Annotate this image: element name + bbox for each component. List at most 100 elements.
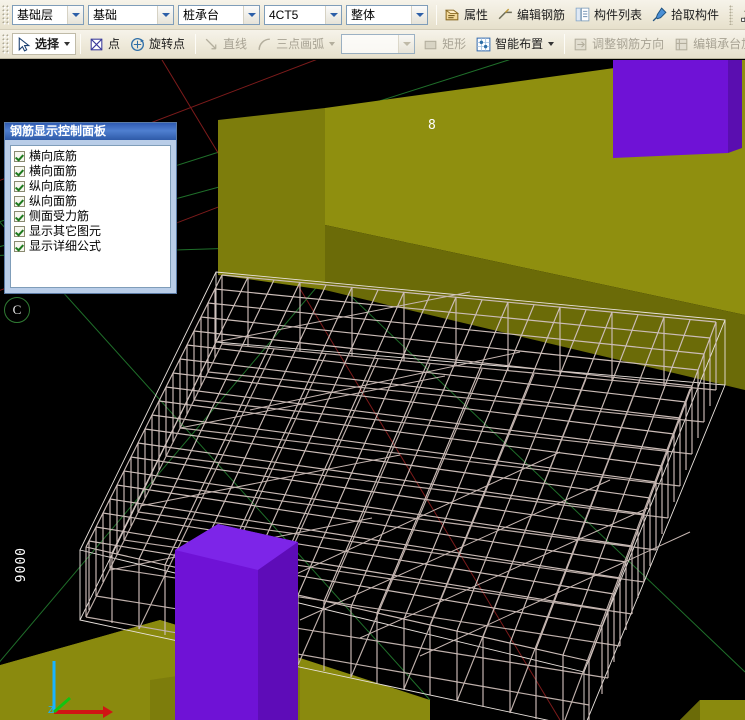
top-toolbar: 基础层 基础 桩承台 4CT5 整体 属性 — [0, 0, 745, 30]
floor-selector[interactable]: 基础层 — [12, 5, 84, 25]
rebar-panel-title: 钢筋显示控制面板 — [5, 123, 176, 140]
chevron-down-icon[interactable] — [325, 6, 341, 24]
point-icon — [88, 36, 105, 53]
3d-viewport[interactable]: 9000 8 C Z Y X 钢筋显示控制面板 横向底筋横向面筋纵向底筋纵向面筋… — [0, 60, 745, 720]
checkbox-show-other-elements-label: 显示其它图元 — [29, 225, 101, 238]
member-list-button-label: 构件列表 — [591, 8, 642, 22]
olive-slab-front-right — [672, 700, 745, 720]
member-type-selector[interactable]: 桩承台 — [178, 5, 260, 25]
edit-rebar-icon — [497, 6, 514, 23]
adjust-rebar-direction-button-label: 调整钢筋方向 — [589, 37, 664, 51]
line-button[interactable]: 直线 — [200, 33, 253, 55]
axis-grid-marker-c[interactable]: C — [4, 297, 30, 323]
toolbar-separator — [729, 5, 733, 25]
checkbox-longitudinal-bottom-rebar-label: 纵向底筋 — [29, 180, 77, 193]
floor-selector-value: 基础层 — [13, 6, 67, 24]
member-selector[interactable]: 4CT5 — [264, 5, 342, 25]
rectangle-button-label: 矩形 — [439, 37, 466, 51]
checkbox-icon[interactable] — [14, 151, 25, 162]
toolbar-grip[interactable] — [2, 5, 9, 25]
toolbar-separator — [564, 34, 565, 54]
three-point-arc-button[interactable]: 三点画弧 — [253, 33, 341, 55]
checkbox-transverse-top-rebar[interactable]: 横向面筋 — [14, 164, 168, 178]
toolbar-grip[interactable] — [2, 34, 9, 54]
member-list-icon — [574, 6, 591, 23]
chevron-down-icon[interactable] — [67, 6, 83, 24]
rebar-display-control-panel[interactable]: 钢筋显示控制面板 横向底筋横向面筋纵向底筋纵向面筋侧面受力筋显示其它图元显示详细… — [4, 122, 177, 294]
properties-button-label: 属性 — [461, 8, 488, 22]
checkbox-icon[interactable] — [14, 196, 25, 207]
checkbox-show-detailed-formula[interactable]: 显示详细公式 — [14, 239, 168, 253]
checkbox-longitudinal-bottom-rebar[interactable]: 纵向底筋 — [14, 179, 168, 193]
three-point-arc-button-label: 三点画弧 — [273, 37, 324, 51]
two-point-icon — [740, 6, 745, 23]
rebar-panel-checkbox-list[interactable]: 横向底筋横向面筋纵向底筋纵向面筋侧面受力筋显示其它图元显示详细公式 — [10, 145, 171, 288]
smart-layout-button[interactable]: 智能布置 — [472, 33, 560, 55]
pick-member-button-label: 拾取构件 — [668, 8, 719, 22]
rotate-point-icon — [129, 36, 146, 53]
checkbox-side-main-rebar[interactable]: 侧面受力筋 — [14, 209, 168, 223]
checkbox-show-other-elements[interactable]: 显示其它图元 — [14, 224, 168, 238]
draw-toolbar: 选择 点 旋转点 直线 — [0, 30, 745, 59]
checkbox-icon[interactable] — [14, 166, 25, 177]
select-button-label: 选择 — [32, 37, 59, 51]
chevron-down-icon[interactable] — [157, 6, 173, 24]
line-button-label: 直线 — [220, 37, 247, 51]
checkbox-icon[interactable] — [14, 241, 25, 252]
arc-icon — [256, 36, 273, 53]
two-point-button[interactable]: 两点 — [737, 4, 745, 26]
edit-cap-rebar-button[interactable]: 编辑承台加强筋 — [670, 33, 745, 55]
rectangle-button[interactable]: 矩形 — [419, 33, 472, 55]
eyedropper-icon — [651, 6, 668, 23]
toolbar-separator — [436, 5, 437, 25]
chevron-down-icon[interactable] — [329, 42, 335, 46]
checkbox-icon[interactable] — [14, 226, 25, 237]
checkbox-longitudinal-top-rebar-label: 纵向面筋 — [29, 195, 77, 208]
pick-member-button[interactable]: 拾取构件 — [648, 4, 725, 26]
chevron-down-icon[interactable] — [243, 6, 259, 24]
axis-label-z: Z — [48, 705, 54, 716]
application-window: 基础层 基础 桩承台 4CT5 整体 属性 — [0, 0, 745, 720]
smart-layout-icon — [475, 36, 492, 53]
edit-rebar-button-label: 编辑钢筋 — [514, 8, 565, 22]
properties-icon — [444, 6, 461, 23]
checkbox-show-detailed-formula-label: 显示详细公式 — [29, 240, 101, 253]
properties-button[interactable]: 属性 — [441, 4, 494, 26]
display-mode-selector[interactable]: 整体 — [346, 5, 428, 25]
dimension-label-top: 8 — [428, 118, 436, 133]
cursor-icon — [15, 36, 32, 53]
edit-cap-rebar-icon — [673, 36, 690, 53]
toolbar-separator — [195, 34, 196, 54]
chevron-down-icon[interactable] — [548, 42, 554, 46]
edit-rebar-button[interactable]: 编辑钢筋 — [494, 4, 571, 26]
rotate-point-button[interactable]: 旋转点 — [126, 33, 191, 55]
rectangle-icon — [422, 36, 439, 53]
rotate-point-button-label: 旋转点 — [146, 37, 185, 51]
dimension-label-left: 9000 — [14, 547, 29, 582]
purple-block-back — [613, 60, 742, 158]
member-type-selector-value: 桩承台 — [179, 6, 243, 24]
category-selector-value: 基础 — [89, 6, 157, 24]
chevron-down-icon[interactable] — [64, 42, 70, 46]
toolbar-separator — [80, 34, 81, 54]
point-button[interactable]: 点 — [85, 33, 126, 55]
layout-mode-combo[interactable] — [341, 34, 415, 54]
checkbox-side-main-rebar-label: 侧面受力筋 — [29, 210, 89, 223]
chevron-down-icon[interactable] — [411, 6, 427, 24]
point-button-label: 点 — [105, 37, 120, 51]
chevron-down-icon[interactable] — [398, 35, 414, 53]
line-icon — [203, 36, 220, 53]
axis-triad: Z Y X — [36, 708, 116, 720]
member-list-button[interactable]: 构件列表 — [571, 4, 648, 26]
category-selector[interactable]: 基础 — [88, 5, 174, 25]
member-selector-value: 4CT5 — [265, 6, 325, 24]
display-mode-selector-value: 整体 — [347, 6, 411, 24]
checkbox-transverse-bottom-rebar[interactable]: 横向底筋 — [14, 149, 168, 163]
checkbox-longitudinal-top-rebar[interactable]: 纵向面筋 — [14, 194, 168, 208]
adjust-rebar-direction-button[interactable]: 调整钢筋方向 — [569, 33, 670, 55]
checkbox-icon[interactable] — [14, 181, 25, 192]
checkbox-transverse-bottom-rebar-label: 横向底筋 — [29, 150, 77, 163]
checkbox-icon[interactable] — [14, 211, 25, 222]
select-button[interactable]: 选择 — [12, 33, 76, 55]
checkbox-transverse-top-rebar-label: 横向面筋 — [29, 165, 77, 178]
